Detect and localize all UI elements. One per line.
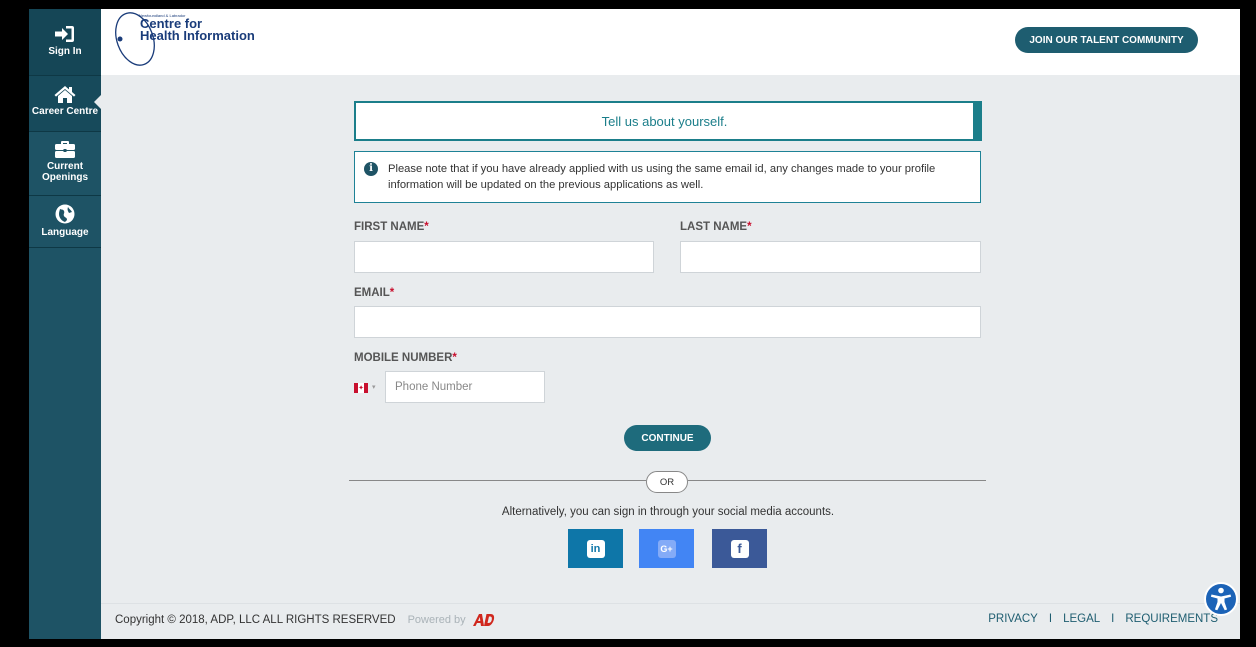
accessibility-icon [1210,587,1232,611]
sidebar-item-language[interactable]: Language [29,196,101,248]
logo-line-2: Health Information [140,28,255,43]
sidebar-item-label: Sign In [48,46,82,57]
globe-icon [55,204,75,224]
sidebar-item-career-centre[interactable]: Career Centre [29,76,102,132]
requirements-link[interactable]: REQUIREMENTS [1125,613,1218,625]
country-dropdown-caret-icon[interactable]: ▾ [372,383,376,391]
last-name-label: LAST NAME* [680,221,752,233]
email-label: EMAIL* [354,287,394,299]
header: Newfoundland & Labrador Centre for Healt… [101,9,1240,75]
sidebar: Sign In Career Centre Current Openings L… [29,9,102,639]
footer-divider [101,603,1240,604]
required-mark: * [747,221,752,233]
sidebar-item-label: Language [41,227,89,238]
sidebar-item-sign-in[interactable]: Sign In [29,9,101,76]
last-name-input[interactable] [680,241,981,273]
company-logo[interactable]: Newfoundland & Labrador Centre for Healt… [115,11,265,71]
mobile-label-text: MOBILE NUMBER [354,352,453,364]
active-indicator [94,94,102,110]
copyright-text: Copyright © 2018, ADP, LLC ALL RIGHTS RE… [115,614,396,626]
facebook-icon: f [730,539,749,558]
app-frame: Sign In Career Centre Current Openings L… [29,9,1240,639]
home-icon [54,86,76,103]
facebook-signin-button[interactable]: f [712,529,767,568]
google-plus-signin-button[interactable]: G+ [639,529,694,568]
first-name-input[interactable] [354,241,654,273]
link-separator: I [1111,613,1115,625]
sidebar-item-current-openings[interactable]: Current Openings [29,132,101,196]
email-label-text: EMAIL [354,287,390,299]
last-name-label-text: LAST NAME [680,221,748,233]
powered-by-text: Powered by [407,614,466,626]
flag-red-right [364,383,368,393]
divider-left [349,480,646,481]
divider-right [688,480,986,481]
mobile-number-label: MOBILE NUMBER* [354,352,457,364]
sidebar-item-label: Current Openings [41,161,89,183]
footer-copyright: Copyright © 2018, ADP, LLC ALL RIGHTS RE… [115,613,498,627]
phone-number-input[interactable] [385,371,545,403]
legal-link[interactable]: LEGAL [1063,613,1100,625]
first-name-label-text: FIRST NAME [354,221,425,233]
first-name-label: FIRST NAME* [354,221,429,233]
info-note: i Please note that if you have already a… [354,151,981,203]
email-input[interactable] [354,306,981,338]
adp-logo-icon [472,614,494,626]
required-mark: * [452,352,457,364]
footer-links: PRIVACY I LEGAL I REQUIREMENTS [988,613,1218,625]
sidebar-item-label: Career Centre [31,106,99,117]
briefcase-icon [55,141,75,158]
linkedin-signin-button[interactable]: in [568,529,623,568]
or-separator: OR [646,471,688,493]
link-separator: I [1048,613,1053,625]
info-note-text: Please note that if you have already app… [388,163,936,191]
form-title-banner: Tell us about yourself. [354,101,982,141]
canada-flag-icon[interactable]: ✦ [354,383,368,393]
linkedin-icon: in [586,539,605,558]
required-mark: * [389,287,395,299]
accessibility-button[interactable] [1204,582,1238,616]
continue-button[interactable]: CONTINUE [624,425,711,451]
join-talent-community-button[interactable]: JOIN OUR TALENT COMMUNITY [1015,27,1198,53]
social-signin-hint: Alternatively, you can sign in through y… [501,506,835,518]
privacy-link[interactable]: PRIVACY [988,613,1038,625]
info-icon: i [364,162,378,176]
required-mark: * [424,221,429,233]
logo-name: Centre for Health Information [140,17,255,43]
sign-in-icon [55,26,74,42]
google-plus-icon: G+ [657,539,676,558]
